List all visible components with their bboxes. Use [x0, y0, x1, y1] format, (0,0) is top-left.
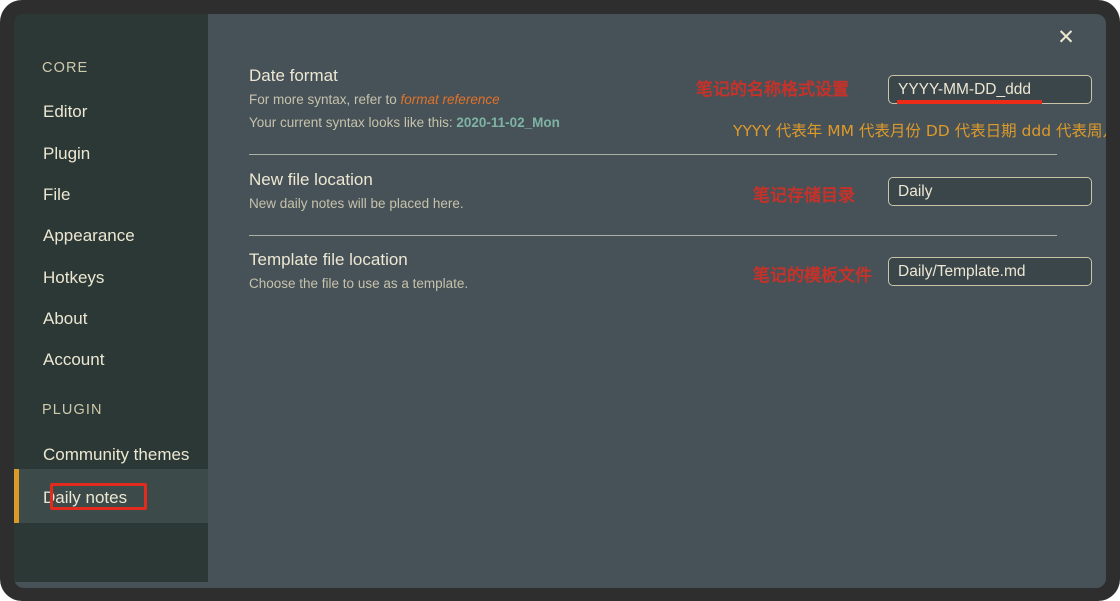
current-syntax-value: 2020-11-02_Mon [456, 115, 560, 130]
setting-desc-date-format-prefix: For more syntax, refer to [249, 92, 401, 107]
sidebar-item-account[interactable]: Account [14, 344, 208, 376]
sidebar-item-file[interactable]: File [14, 179, 208, 211]
sidebar-item-about[interactable]: About [14, 303, 208, 335]
annotation-date-format-cn: 笔记的名称格式设置 [696, 80, 849, 100]
sidebar-item-label: Appearance [43, 226, 135, 245]
sidebar-item-plugin[interactable]: Plugin [14, 138, 208, 170]
format-reference-link[interactable]: format reference [401, 92, 500, 107]
settings-window: CORE Editor Plugin File Appearance Hotke… [0, 0, 1120, 601]
close-icon[interactable]: ✕ [1054, 25, 1078, 49]
setting-desc-template-file-location: Choose the file to use as a template. [249, 276, 469, 291]
setting-row-date-format: Date format For more syntax, refer to fo… [249, 51, 1106, 155]
setting-desc2-date-format: Your current syntax looks like this: 202… [249, 115, 560, 130]
setting-row-template-file-location: Template file location Choose the file t… [249, 235, 1092, 315]
sidebar-section-core-label: CORE [42, 60, 89, 76]
setting-desc-date-format: For more syntax, refer to format referen… [249, 92, 500, 107]
sidebar-item-community-themes[interactable]: Community themes [14, 439, 208, 471]
sidebar-section-plugin-label: PLUGIN [42, 402, 103, 418]
sidebar-item-label: File [43, 185, 71, 204]
sidebar-item-hotkeys[interactable]: Hotkeys [14, 262, 208, 294]
current-syntax-prefix: Your current syntax looks like this: [249, 115, 457, 130]
annotation-new-file-location-cn: 笔记存储目录 [753, 186, 855, 206]
sidebar-item-appearance[interactable]: Appearance [14, 220, 208, 252]
new-file-location-input[interactable] [888, 177, 1092, 206]
sidebar-item-daily-notes[interactable]: Daily notes [14, 482, 208, 514]
sidebar-item-label: About [43, 309, 88, 328]
sidebar-item-label: Daily notes [43, 488, 128, 507]
sidebar-item-label: Hotkeys [43, 268, 105, 287]
annotation-template-file-location-cn: 笔记的模板文件 [753, 266, 872, 286]
setting-row-new-file-location: New file location New daily notes will b… [249, 155, 1092, 236]
sidebar-item-editor[interactable]: Editor [14, 96, 208, 128]
settings-sidebar: CORE Editor Plugin File Appearance Hotke… [14, 14, 208, 582]
sidebar-item-label: Editor [43, 102, 88, 121]
settings-main-panel: ✕ Date format For more syntax, refer to … [208, 14, 1106, 588]
date-format-red-underline [897, 100, 1042, 104]
sidebar-item-label: Community themes [43, 445, 190, 464]
sidebar-bottom-filler [14, 523, 208, 582]
annotation-format-hint-cn: YYYY 代表年 MM 代表月份 DD 代表日期 ddd 代表周几 [733, 122, 1106, 140]
setting-desc-new-file-location: New daily notes will be placed here. [249, 196, 464, 211]
settings-window-body: CORE Editor Plugin File Appearance Hotke… [14, 14, 1106, 588]
sidebar-item-label: Account [43, 350, 105, 369]
sidebar-item-label: Plugin [43, 144, 91, 163]
setting-label-template-file-location: Template file location [249, 250, 408, 269]
setting-label-new-file-location: New file location [249, 170, 373, 189]
template-file-location-input[interactable] [888, 257, 1092, 286]
setting-label-date-format: Date format [249, 66, 338, 85]
